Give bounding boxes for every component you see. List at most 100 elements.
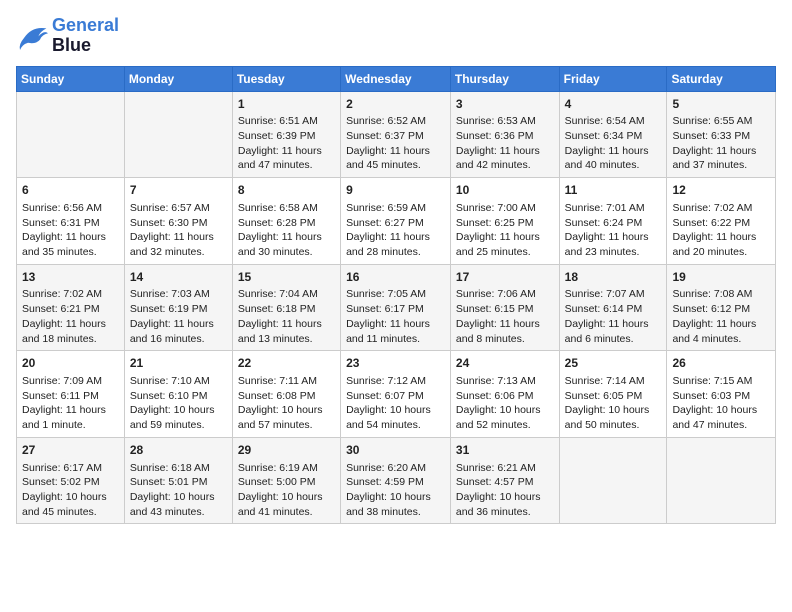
- cell-content: Sunset: 5:01 PM: [130, 475, 227, 490]
- cell-content: Sunrise: 7:01 AM: [565, 201, 662, 216]
- cell-content: Daylight: 11 hours and 18 minutes.: [22, 317, 119, 346]
- calendar-cell: 12Sunrise: 7:02 AMSunset: 6:22 PMDayligh…: [667, 178, 776, 265]
- cell-content: Sunset: 6:34 PM: [565, 129, 662, 144]
- cell-content: Sunset: 6:07 PM: [346, 389, 445, 404]
- cell-content: Sunset: 6:18 PM: [238, 302, 335, 317]
- col-header-thursday: Thursday: [450, 66, 559, 91]
- cell-content: Daylight: 11 hours and 13 minutes.: [238, 317, 335, 346]
- cell-content: Daylight: 11 hours and 6 minutes.: [565, 317, 662, 346]
- cell-content: Sunset: 4:59 PM: [346, 475, 445, 490]
- calendar-cell: 7Sunrise: 6:57 AMSunset: 6:30 PMDaylight…: [124, 178, 232, 265]
- cell-content: Daylight: 10 hours and 57 minutes.: [238, 403, 335, 432]
- cell-content: Daylight: 11 hours and 28 minutes.: [346, 230, 445, 259]
- cell-content: Daylight: 11 hours and 40 minutes.: [565, 144, 662, 173]
- day-number: 18: [565, 269, 662, 286]
- calendar-cell: 3Sunrise: 6:53 AMSunset: 6:36 PMDaylight…: [450, 91, 559, 178]
- cell-content: Daylight: 11 hours and 8 minutes.: [456, 317, 554, 346]
- cell-content: Sunset: 6:05 PM: [565, 389, 662, 404]
- logo: GeneralBlue: [16, 16, 119, 56]
- day-number: 31: [456, 442, 554, 459]
- cell-content: Sunset: 6:11 PM: [22, 389, 119, 404]
- day-number: 6: [22, 182, 119, 199]
- day-number: 28: [130, 442, 227, 459]
- day-number: 19: [672, 269, 770, 286]
- cell-content: Sunset: 6:17 PM: [346, 302, 445, 317]
- col-header-sunday: Sunday: [17, 66, 125, 91]
- cell-content: Sunrise: 7:03 AM: [130, 287, 227, 302]
- calendar-cell: [559, 437, 667, 524]
- cell-content: Sunrise: 6:17 AM: [22, 461, 119, 476]
- col-header-tuesday: Tuesday: [232, 66, 340, 91]
- cell-content: Daylight: 10 hours and 41 minutes.: [238, 490, 335, 519]
- cell-content: Daylight: 11 hours and 42 minutes.: [456, 144, 554, 173]
- day-number: 26: [672, 355, 770, 372]
- calendar-cell: 8Sunrise: 6:58 AMSunset: 6:28 PMDaylight…: [232, 178, 340, 265]
- cell-content: Sunrise: 6:59 AM: [346, 201, 445, 216]
- cell-content: Sunrise: 7:06 AM: [456, 287, 554, 302]
- day-number: 2: [346, 96, 445, 113]
- cell-content: Sunrise: 7:13 AM: [456, 374, 554, 389]
- calendar-cell: [124, 91, 232, 178]
- calendar-cell: 18Sunrise: 7:07 AMSunset: 6:14 PMDayligh…: [559, 264, 667, 351]
- calendar-cell: 10Sunrise: 7:00 AMSunset: 6:25 PMDayligh…: [450, 178, 559, 265]
- day-number: 5: [672, 96, 770, 113]
- cell-content: Sunset: 6:15 PM: [456, 302, 554, 317]
- cell-content: Daylight: 10 hours and 52 minutes.: [456, 403, 554, 432]
- cell-content: Sunrise: 6:54 AM: [565, 114, 662, 129]
- day-number: 20: [22, 355, 119, 372]
- cell-content: Sunset: 6:14 PM: [565, 302, 662, 317]
- cell-content: Daylight: 10 hours and 45 minutes.: [22, 490, 119, 519]
- calendar-cell: 31Sunrise: 6:21 AMSunset: 4:57 PMDayligh…: [450, 437, 559, 524]
- day-number: 11: [565, 182, 662, 199]
- cell-content: Sunrise: 6:19 AM: [238, 461, 335, 476]
- calendar-cell: 25Sunrise: 7:14 AMSunset: 6:05 PMDayligh…: [559, 351, 667, 438]
- calendar-cell: 30Sunrise: 6:20 AMSunset: 4:59 PMDayligh…: [341, 437, 451, 524]
- cell-content: Sunrise: 7:15 AM: [672, 374, 770, 389]
- cell-content: Sunrise: 7:14 AM: [565, 374, 662, 389]
- cell-content: Sunset: 6:12 PM: [672, 302, 770, 317]
- col-header-monday: Monday: [124, 66, 232, 91]
- calendar-cell: 26Sunrise: 7:15 AMSunset: 6:03 PMDayligh…: [667, 351, 776, 438]
- cell-content: Daylight: 11 hours and 4 minutes.: [672, 317, 770, 346]
- cell-content: Sunrise: 6:55 AM: [672, 114, 770, 129]
- cell-content: Sunset: 6:19 PM: [130, 302, 227, 317]
- day-number: 14: [130, 269, 227, 286]
- cell-content: Sunset: 6:22 PM: [672, 216, 770, 231]
- cell-content: Sunrise: 7:08 AM: [672, 287, 770, 302]
- col-header-saturday: Saturday: [667, 66, 776, 91]
- cell-content: Daylight: 10 hours and 36 minutes.: [456, 490, 554, 519]
- day-number: 27: [22, 442, 119, 459]
- cell-content: Sunrise: 7:00 AM: [456, 201, 554, 216]
- calendar-cell: 2Sunrise: 6:52 AMSunset: 6:37 PMDaylight…: [341, 91, 451, 178]
- cell-content: Sunset: 6:31 PM: [22, 216, 119, 231]
- cell-content: Sunrise: 7:12 AM: [346, 374, 445, 389]
- calendar-cell: 11Sunrise: 7:01 AMSunset: 6:24 PMDayligh…: [559, 178, 667, 265]
- cell-content: Daylight: 11 hours and 47 minutes.: [238, 144, 335, 173]
- cell-content: Daylight: 11 hours and 16 minutes.: [130, 317, 227, 346]
- cell-content: Sunset: 5:02 PM: [22, 475, 119, 490]
- cell-content: Sunrise: 7:05 AM: [346, 287, 445, 302]
- day-number: 21: [130, 355, 227, 372]
- cell-content: Sunset: 6:06 PM: [456, 389, 554, 404]
- cell-content: Daylight: 11 hours and 45 minutes.: [346, 144, 445, 173]
- cell-content: Daylight: 11 hours and 30 minutes.: [238, 230, 335, 259]
- day-number: 4: [565, 96, 662, 113]
- day-number: 23: [346, 355, 445, 372]
- cell-content: Sunrise: 7:09 AM: [22, 374, 119, 389]
- cell-content: Sunrise: 7:11 AM: [238, 374, 335, 389]
- calendar-cell: 1Sunrise: 6:51 AMSunset: 6:39 PMDaylight…: [232, 91, 340, 178]
- logo-icon: [16, 22, 48, 50]
- cell-content: Sunrise: 7:02 AM: [22, 287, 119, 302]
- calendar-cell: 23Sunrise: 7:12 AMSunset: 6:07 PMDayligh…: [341, 351, 451, 438]
- cell-content: Sunrise: 7:02 AM: [672, 201, 770, 216]
- calendar-cell: [667, 437, 776, 524]
- col-header-friday: Friday: [559, 66, 667, 91]
- calendar-cell: 19Sunrise: 7:08 AMSunset: 6:12 PMDayligh…: [667, 264, 776, 351]
- cell-content: Sunrise: 6:52 AM: [346, 114, 445, 129]
- calendar-cell: 16Sunrise: 7:05 AMSunset: 6:17 PMDayligh…: [341, 264, 451, 351]
- cell-content: Daylight: 11 hours and 23 minutes.: [565, 230, 662, 259]
- day-number: 1: [238, 96, 335, 113]
- cell-content: Sunset: 6:28 PM: [238, 216, 335, 231]
- cell-content: Sunrise: 6:21 AM: [456, 461, 554, 476]
- cell-content: Daylight: 11 hours and 35 minutes.: [22, 230, 119, 259]
